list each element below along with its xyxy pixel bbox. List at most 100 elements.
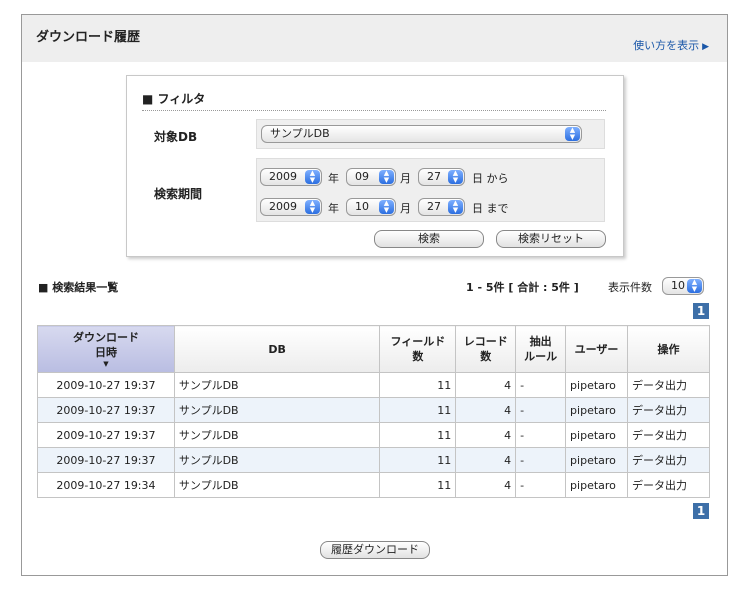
cell-db: サンプルDB: [173, 472, 381, 498]
to-year-value: 2009: [269, 200, 297, 213]
from-day-select[interactable]: 27 ▲ ▼: [418, 168, 465, 186]
filter-heading: ■ フィルタ: [142, 90, 606, 111]
cell-user: pipetaro: [565, 372, 629, 398]
reset-button[interactable]: 検索リセット: [496, 230, 606, 248]
col-rule-label-2: ルール: [524, 350, 558, 363]
cell-fields: 11: [379, 422, 457, 448]
cell-user: pipetaro: [565, 472, 629, 498]
cell-action[interactable]: データ出力: [627, 447, 710, 473]
perpage-select[interactable]: 10 ▲ ▼: [662, 277, 704, 295]
cell-user: pipetaro: [565, 422, 629, 448]
chevron-updown-icon: ▲ ▼: [305, 200, 320, 214]
cell-date: 2009-10-27 19:34: [37, 472, 175, 498]
cell-date: 2009-10-27 19:37: [37, 422, 175, 448]
panel-header: ダウンロード履歴 使い方を表示 ▶: [22, 15, 727, 62]
col-records-label-1: レコード: [463, 335, 508, 348]
page-number-top[interactable]: 1: [693, 303, 709, 319]
col-date-label-2: 日時: [94, 346, 117, 359]
triangle-right-icon: ▶: [702, 42, 709, 52]
to-day-select[interactable]: 27 ▲ ▼: [418, 198, 465, 216]
cell-user: pipetaro: [565, 397, 629, 423]
cell-records: 4: [455, 472, 517, 498]
cell-db: サンプルDB: [173, 372, 381, 398]
cell-records: 4: [455, 372, 517, 398]
from-suffix: 日 から: [472, 172, 509, 185]
period-label: 検索期間: [154, 187, 203, 201]
col-fields-label-2: 数: [412, 350, 424, 363]
chevron-updown-icon: ▲ ▼: [448, 200, 463, 214]
cell-rule: -: [515, 447, 567, 473]
col-user-header[interactable]: ユーザー: [565, 325, 629, 373]
cell-action[interactable]: データ出力: [627, 397, 710, 423]
history-table: ダウンロード 日時 ▼ DB フィールド 数 レコード 数 抽出 ルール ユーザ…: [37, 325, 710, 498]
db-select[interactable]: サンプルDB ▲ ▼: [261, 125, 582, 143]
cell-action[interactable]: データ出力: [627, 472, 710, 498]
col-date-header[interactable]: ダウンロード 日時 ▼: [37, 325, 175, 373]
download-history-button[interactable]: 履歴ダウンロード: [320, 541, 430, 559]
chevron-updown-icon: ▲ ▼: [448, 170, 463, 184]
year-unit: 年: [328, 202, 339, 215]
col-user-label: ユーザー: [574, 342, 619, 356]
to-day-value: 27: [427, 200, 441, 213]
cell-db: サンプルDB: [173, 397, 381, 423]
col-records-header[interactable]: レコード 数: [455, 325, 517, 373]
chevron-updown-icon: ▲ ▼: [379, 170, 394, 184]
filter-box: ■ フィルタ 対象DB サンプルDB ▲ ▼ 検索期間 2009 ▲ ▼ 年 09 …: [126, 75, 624, 257]
cell-records: 4: [455, 447, 517, 473]
col-records-label-2: 数: [480, 350, 492, 363]
col-action-label: 操作: [657, 342, 680, 356]
cell-fields: 11: [379, 372, 457, 398]
cell-records: 4: [455, 397, 517, 423]
chevron-updown-icon: ▲ ▼: [379, 200, 394, 214]
results-title: ■ 検索結果一覧: [38, 281, 119, 294]
cell-db: サンプルDB: [173, 447, 381, 473]
cell-fields: 11: [379, 447, 457, 473]
chevron-updown-icon: ▲ ▼: [305, 170, 320, 184]
chevron-updown-icon: ▲ ▼: [565, 127, 580, 141]
howto-label[interactable]: 使い方を表示: [633, 39, 699, 52]
cell-rule: -: [515, 397, 567, 423]
table-row: 2009-10-27 19:37 サンプルDB 11 4 - pipetaro …: [37, 422, 710, 448]
db-label: 対象DB: [154, 130, 198, 144]
col-fields-label-1: フィールド: [390, 335, 446, 348]
cell-db: サンプルDB: [173, 422, 381, 448]
chevron-updown-icon: ▲ ▼: [687, 279, 702, 293]
perpage-label: 表示件数: [608, 281, 652, 294]
table-row: 2009-10-27 19:37 サンプルDB 11 4 - pipetaro …: [37, 447, 710, 473]
to-suffix: 日 まで: [472, 202, 509, 215]
to-month-value: 10: [355, 200, 369, 213]
from-year-select[interactable]: 2009 ▲ ▼: [260, 168, 322, 186]
cell-date: 2009-10-27 19:37: [37, 447, 175, 473]
col-rule-header[interactable]: 抽出 ルール: [515, 325, 567, 373]
cell-date: 2009-10-27 19:37: [37, 397, 175, 423]
month-unit: 月: [400, 202, 411, 215]
cell-rule: -: [515, 472, 567, 498]
from-month-select[interactable]: 09 ▲ ▼: [346, 168, 396, 186]
cell-rule: -: [515, 422, 567, 448]
cell-fields: 11: [379, 397, 457, 423]
to-year-select[interactable]: 2009 ▲ ▼: [260, 198, 322, 216]
from-month-value: 09: [355, 170, 369, 183]
col-rule-label-1: 抽出: [529, 335, 552, 348]
perpage-value: 10: [671, 279, 685, 292]
page-number-bottom[interactable]: 1: [693, 503, 709, 519]
col-db-header[interactable]: DB: [173, 325, 381, 373]
howto-link[interactable]: 使い方を表示 ▶: [633, 37, 709, 53]
cell-action[interactable]: データ出力: [627, 422, 710, 448]
col-action-header: 操作: [627, 325, 710, 373]
col-date-label-1: ダウンロード: [72, 331, 139, 344]
result-count: 1 - 5件 [ 合計 : 5件 ]: [466, 281, 579, 294]
cell-fields: 11: [379, 472, 457, 498]
cell-user: pipetaro: [565, 447, 629, 473]
table-row: 2009-10-27 19:37 サンプルDB 11 4 - pipetaro …: [37, 397, 710, 423]
col-db-label: DB: [268, 342, 286, 356]
cell-action[interactable]: データ出力: [627, 372, 710, 398]
search-button[interactable]: 検索: [374, 230, 484, 248]
col-fields-header[interactable]: フィールド 数: [379, 325, 457, 373]
table-header-row: ダウンロード 日時 ▼ DB フィールド 数 レコード 数 抽出 ルール ユーザ…: [37, 325, 710, 373]
from-year-value: 2009: [269, 170, 297, 183]
db-select-value: サンプルDB: [270, 127, 330, 140]
to-month-select[interactable]: 10 ▲ ▼: [346, 198, 396, 216]
from-day-value: 27: [427, 170, 441, 183]
page-title: ダウンロード履歴: [36, 30, 141, 45]
